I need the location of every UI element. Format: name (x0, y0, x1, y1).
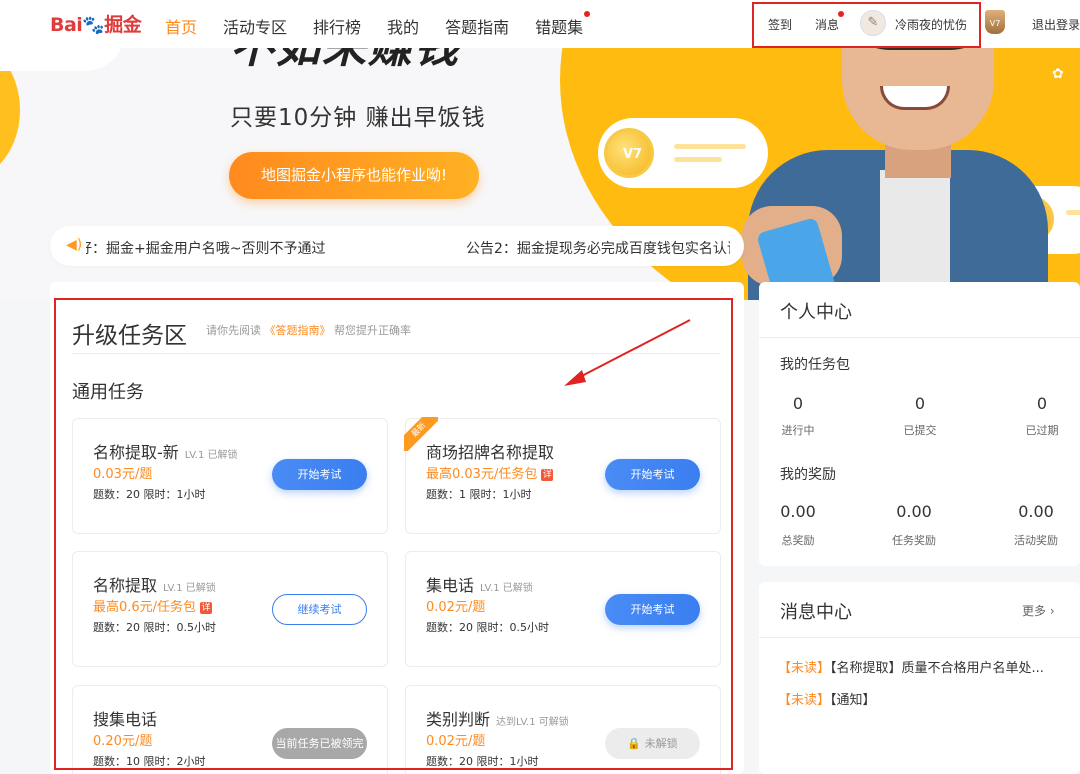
task-meta: 题数：10 限时：2小时 (93, 755, 206, 768)
nav-item-guide[interactable]: 答题指南 (445, 14, 509, 38)
top-nav: Bai🐾掘金 首页 活动专区 排行榜 我的 答题指南 错题集 签到 消息 ✎ 冷… (0, 0, 1080, 48)
guide-link[interactable]: 《答题指南》 (265, 324, 331, 337)
reward-total-label: 总奖励 (781, 534, 815, 547)
red-arrow-annotation (564, 319, 691, 386)
task-level: LV.1 已解锁 (480, 583, 533, 594)
task-level: LV.1 已解锁 (184, 450, 238, 461)
task-level: LV.1 已解锁 (163, 583, 216, 594)
hero-coin-card: V7 (598, 118, 768, 188)
task-price: 0.02元/题 (426, 600, 486, 615)
task-price: 最高0.03元/任务包 (426, 467, 538, 482)
task-price: 0.20元/题 (93, 734, 153, 749)
task-level: 达到LV.1 可解锁 (496, 717, 569, 728)
reward-task-label: 任务奖励 (892, 534, 936, 547)
stat-in-progress-label: 进行中 (781, 424, 815, 437)
task-meta: 题数：1 限时：1小时 (426, 488, 532, 501)
message-item[interactable]: 【未读】【通知】 (778, 689, 1078, 708)
panel-hint: 请你先阅读 《答题指南》 帮您提升正确率 (206, 324, 411, 337)
user-highlight-box (752, 2, 981, 48)
task-card: 最新 商场招牌名称提取 最高0.03元/任务包详 题数：1 限时：1小时 开始考… (404, 417, 721, 534)
detail-icon[interactable]: 详 (541, 469, 554, 481)
task-name: 集电话 (426, 576, 475, 595)
task-price: 最高0.6元/任务包 (93, 600, 197, 615)
section-title: 通用任务 (72, 382, 144, 403)
message-item[interactable]: 【未读】【名称提取】质量不合格用户名单处... (778, 657, 1078, 676)
task-name: 搜集电话 (93, 710, 158, 729)
lock-icon: 🔒 (627, 737, 642, 750)
task-meta: 题数：20 限时：0.5小时 (426, 621, 549, 634)
unread-tag: 【未读】 (778, 661, 831, 676)
locked-button: 🔒 未解锁 (605, 728, 700, 759)
stat-expired-label: 已过期 (1025, 424, 1059, 437)
coin-icon: V7 (604, 128, 654, 178)
task-meta: 题数：20 限时：1小时 (426, 755, 539, 768)
flower-icon: ✿ (1052, 66, 1064, 82)
task-name: 商场招牌名称提取 (426, 443, 555, 462)
task-name: 名称提取-新 (93, 443, 179, 462)
nav-item-home[interactable]: 首页 (165, 14, 197, 38)
more-link[interactable]: 更多 › (1022, 602, 1055, 619)
announcement-1[interactable]: 好：掘金+掘金用户名哦~否则不予通过 (86, 238, 325, 258)
start-exam-button[interactable]: 开始考试 (605, 459, 700, 490)
task-price: 0.02元/题 (426, 734, 486, 749)
task-price: 0.03元/题 (93, 467, 153, 482)
logo[interactable]: Bai🐾掘金 (50, 10, 142, 37)
stat-expired-value[interactable]: 0 (1012, 394, 1072, 413)
start-exam-button[interactable]: 开始考试 (272, 459, 367, 490)
nav-item-leaderboard[interactable]: 排行榜 (313, 14, 361, 38)
nav-item-wrong-questions[interactable]: 错题集 (535, 11, 591, 38)
panel-title: 升级任务区 (72, 323, 187, 349)
announcement-2[interactable]: 公告2：掘金提现务必完成百度钱包实名认证及 (466, 238, 730, 258)
reward-task-value: 0.00 (896, 502, 932, 521)
start-exam-button[interactable]: 开始考试 (605, 594, 700, 625)
task-claimed-button: 当前任务已被领完 (272, 728, 367, 759)
stat-in-progress-value[interactable]: 0 (768, 394, 828, 413)
reward-total-value: 0.00 (780, 502, 816, 521)
reward-activity-value: 0.00 (1018, 502, 1054, 521)
task-meta: 题数：20 限时：1小时 (93, 488, 206, 501)
continue-exam-button[interactable]: 继续考试 (272, 594, 367, 625)
logout-link[interactable]: 退出登录 (1032, 16, 1080, 33)
level-badge-icon: V7 (985, 10, 1005, 34)
nav-item-mine[interactable]: 我的 (387, 14, 419, 38)
task-name: 类别判断 (426, 710, 491, 729)
hero-subtitle: 只要10分钟 赚出早饭钱 (230, 105, 486, 131)
reward-activity-label: 活动奖励 (1014, 534, 1058, 547)
rewards-title: 我的奖励 (780, 467, 836, 483)
task-card: 搜集电话 0.20元/题 题数：10 限时：2小时 当前任务已被领完 (72, 685, 388, 774)
nav-menu: 首页 活动专区 排行榜 我的 答题指南 错题集 (165, 11, 609, 38)
task-package-title: 我的任务包 (780, 357, 850, 373)
paw-icon: 🐾 (82, 15, 105, 36)
task-meta: 题数：20 限时：0.5小时 (93, 621, 216, 634)
nav-item-activities[interactable]: 活动专区 (223, 14, 287, 38)
task-name: 名称提取 (93, 576, 158, 595)
announcement-bar: ◀) 好：掘金+掘金用户名哦~否则不予通过 公告2：掘金提现务必完成百度钱包实名… (50, 226, 744, 266)
speaker-icon: ◀) (66, 237, 83, 253)
hero-cta-button[interactable]: 地图掘金小程序也能作业呦! (229, 152, 479, 199)
personal-center-title: 个人中心 (780, 302, 852, 323)
stat-submitted-value[interactable]: 0 (890, 394, 950, 413)
task-card: 名称提取 LV.1 已解锁 最高0.6元/任务包详 题数：20 限时：0.5小时 … (72, 551, 388, 667)
task-card: 类别判断 达到LV.1 可解锁 0.02元/题 题数：20 限时：1小时 🔒 未解… (405, 685, 721, 774)
detail-icon[interactable]: 详 (200, 602, 213, 614)
message-center-title: 消息中心 (780, 602, 852, 623)
stat-submitted-label: 已提交 (903, 424, 937, 437)
task-card: 集电话 LV.1 已解锁 0.02元/题 题数：20 限时：0.5小时 开始考试 (405, 551, 721, 667)
task-card: 名称提取-新 LV.1 已解锁 0.03元/题 题数：20 限时：1小时 开始考试 (72, 418, 388, 534)
notification-dot (584, 11, 591, 17)
unread-tag: 【未读】 (778, 693, 831, 708)
